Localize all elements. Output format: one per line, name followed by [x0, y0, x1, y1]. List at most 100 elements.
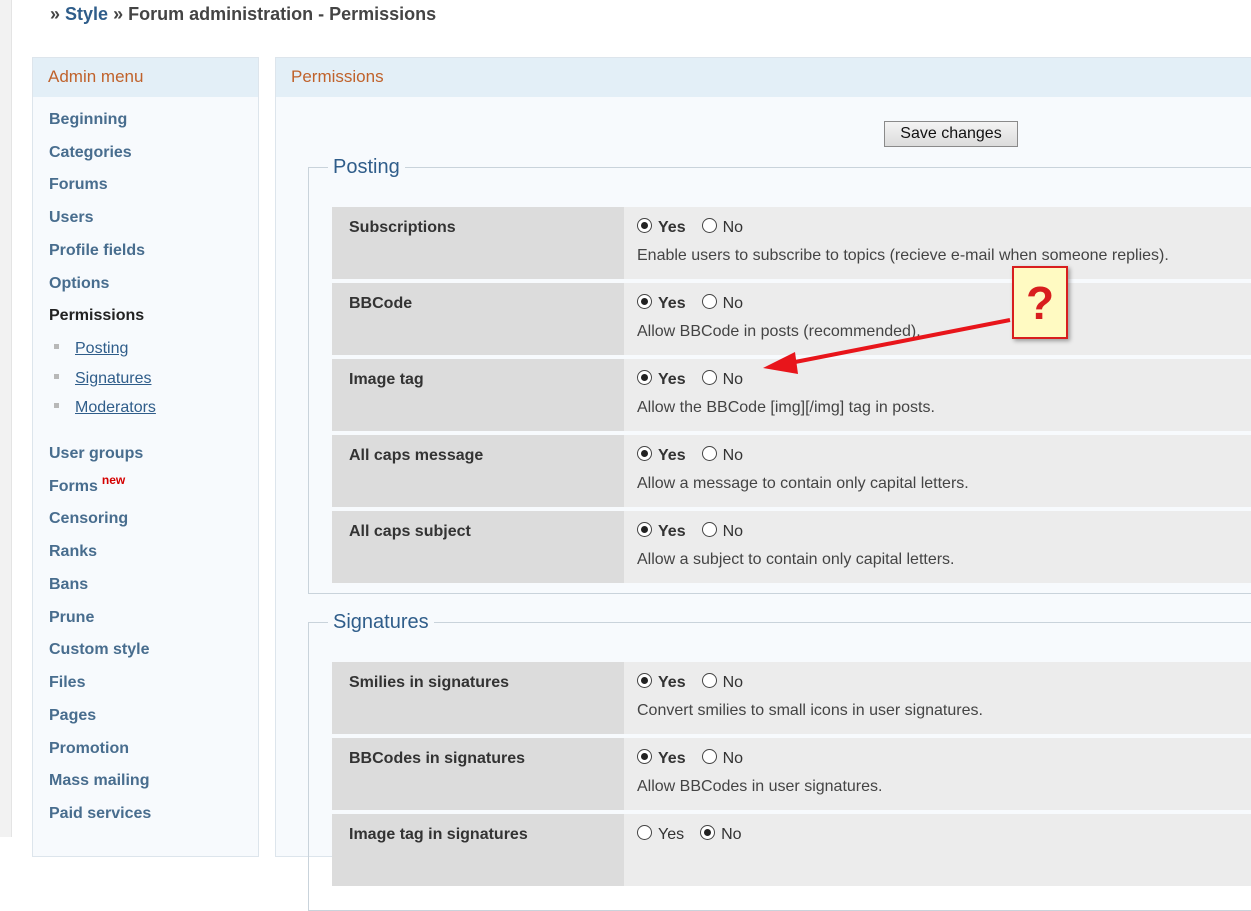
setting-label: All caps message: [332, 435, 624, 507]
yes-radio[interactable]: [637, 294, 652, 310]
setting-label: Smilies in signatures: [332, 662, 624, 734]
no-option[interactable]: No: [701, 370, 744, 389]
radio-group: Yes No: [637, 218, 1251, 239]
no-radio[interactable]: [701, 370, 717, 386]
sidebar-item-files[interactable]: Files: [49, 674, 85, 692]
setting-label: BBCode: [332, 283, 624, 355]
no-option[interactable]: No: [701, 218, 743, 237]
setting-value: Yes No Allow a subject to contain only cap…: [624, 511, 1251, 583]
admin-menu-title: Admin menu: [33, 58, 258, 97]
yes-option[interactable]: Yes: [637, 749, 686, 768]
yes-radio[interactable]: [637, 370, 652, 386]
no-option[interactable]: No: [701, 294, 743, 313]
no-label: No: [722, 523, 744, 540]
sidebar-item-forums[interactable]: Forums: [49, 176, 108, 194]
no-radio[interactable]: [701, 218, 717, 234]
sidebar-item-prune[interactable]: Prune: [49, 609, 94, 627]
sidebar-item-user-groups[interactable]: User groups: [49, 445, 143, 463]
sidebar-item-mass-mailing[interactable]: Mass mailing: [49, 772, 149, 790]
admin-menu: Admin menu Beginning Categories Forums U…: [32, 57, 259, 857]
yes-label: Yes: [658, 750, 686, 767]
sidebar-item-custom-style[interactable]: Custom style: [49, 641, 149, 659]
sidebar-item-forms[interactable]: Forms new: [49, 473, 125, 496]
yes-radio[interactable]: [637, 218, 652, 234]
yes-radio[interactable]: [637, 446, 652, 462]
sidebar-item-promotion[interactable]: Promotion: [49, 740, 129, 758]
radio-group: Yes No: [637, 749, 1251, 770]
setting-value: Yes No Convert smilies to small icons in u…: [624, 662, 1251, 734]
bullet-icon: [54, 403, 59, 409]
no-radio[interactable]: [701, 294, 717, 310]
yes-option[interactable]: Yes: [637, 825, 685, 844]
no-option[interactable]: No: [701, 522, 744, 541]
radio-group: Yes No: [637, 294, 1251, 315]
yes-label: Yes: [658, 295, 686, 312]
no-label: No: [722, 674, 744, 691]
radio-group: Yes No: [637, 825, 1251, 846]
setting-row: All caps message Yes No Allow a message to …: [332, 435, 1251, 507]
setting-description: Allow the BBCode [img][/img] tag in post…: [637, 399, 935, 416]
yes-radio[interactable]: [637, 825, 652, 841]
posting-fieldset: Posting Subscriptions Yes No Enable users t…: [308, 156, 1251, 594]
setting-row: BBCodes in signatures Yes No Allow BBCodes …: [332, 738, 1251, 810]
setting-row: Image tag Yes No Allow the BBCode [img][/im…: [332, 359, 1251, 431]
yes-label: Yes: [658, 447, 686, 464]
permissions-panel: Permissions Save changes Posting Subscri…: [275, 57, 1251, 911]
sidebar-subitem-label: Posting: [75, 340, 129, 357]
new-badge: new: [101, 473, 126, 487]
signatures-fieldset: Signatures Smilies in signatures Yes No Con…: [308, 611, 1251, 911]
sidebar-item-censoring[interactable]: Censoring: [49, 510, 128, 528]
no-option[interactable]: No: [701, 749, 744, 768]
yes-option[interactable]: Yes: [637, 294, 686, 313]
no-label: No: [722, 371, 744, 388]
sidebar-subitem-signatures[interactable]: Signatures: [54, 370, 152, 388]
yes-radio[interactable]: [637, 522, 652, 538]
yes-option[interactable]: Yes: [637, 370, 686, 389]
yes-option[interactable]: Yes: [637, 673, 686, 692]
setting-value: Yes No Allow BBCodes in user signatures.: [624, 738, 1251, 810]
no-label: No: [722, 447, 744, 464]
no-radio[interactable]: [701, 522, 717, 538]
no-label: No: [721, 826, 742, 843]
no-option[interactable]: No: [701, 673, 744, 692]
yes-option[interactable]: Yes: [637, 218, 686, 237]
sidebar-item-categories[interactable]: Categories: [49, 144, 132, 162]
no-radio[interactable]: [700, 825, 716, 841]
sidebar-item-bans[interactable]: Bans: [49, 576, 88, 594]
setting-value: Yes No Allow BBCode in posts (recommended)…: [624, 283, 1251, 355]
sidebar-item-ranks[interactable]: Ranks: [49, 543, 97, 561]
bullet-icon: [54, 374, 59, 380]
no-radio[interactable]: [701, 749, 717, 765]
sidebar-item-paid-services[interactable]: Paid services: [49, 805, 151, 823]
no-radio[interactable]: [701, 673, 717, 689]
setting-row: BBCode Yes No Allow BBCode in posts (recomm…: [332, 283, 1251, 355]
setting-value: Yes No: [624, 814, 1251, 886]
yes-label: Yes: [658, 674, 686, 691]
yes-radio[interactable]: [637, 673, 652, 689]
sidebar-subitem-moderators[interactable]: Moderators: [54, 399, 156, 417]
save-changes-button[interactable]: Save changes: [884, 121, 1018, 147]
yes-option[interactable]: Yes: [637, 522, 686, 541]
sidebar-item-profile-fields[interactable]: Profile fields: [49, 242, 145, 260]
setting-label: BBCodes in signatures: [332, 738, 624, 810]
sidebar-item-pages[interactable]: Pages: [49, 707, 96, 725]
no-option[interactable]: No: [700, 825, 742, 844]
sidebar-item-beginning[interactable]: Beginning: [49, 111, 127, 129]
no-option[interactable]: No: [701, 446, 744, 465]
no-radio[interactable]: [701, 446, 717, 462]
sidebar-item-users[interactable]: Users: [49, 209, 93, 227]
setting-description: Convert smilies to small icons in user s…: [637, 702, 983, 719]
no-label: No: [722, 750, 744, 767]
sidebar-item-permissions[interactable]: Permissions: [49, 307, 144, 325]
setting-row: All caps subject Yes No Allow a subject to …: [332, 511, 1251, 583]
breadcrumb-style-link[interactable]: Style: [65, 4, 108, 24]
setting-row: Image tag in signatures Yes No: [332, 814, 1251, 886]
left-edge: [0, 0, 12, 837]
yes-label: Yes: [658, 826, 685, 843]
setting-label: Image tag: [332, 359, 624, 431]
yes-radio[interactable]: [637, 749, 652, 765]
yes-option[interactable]: Yes: [637, 446, 686, 465]
sidebar-item-options[interactable]: Options: [49, 275, 109, 293]
setting-description: Allow a message to contain only capital …: [637, 475, 969, 492]
sidebar-subitem-posting[interactable]: Posting: [54, 340, 128, 358]
